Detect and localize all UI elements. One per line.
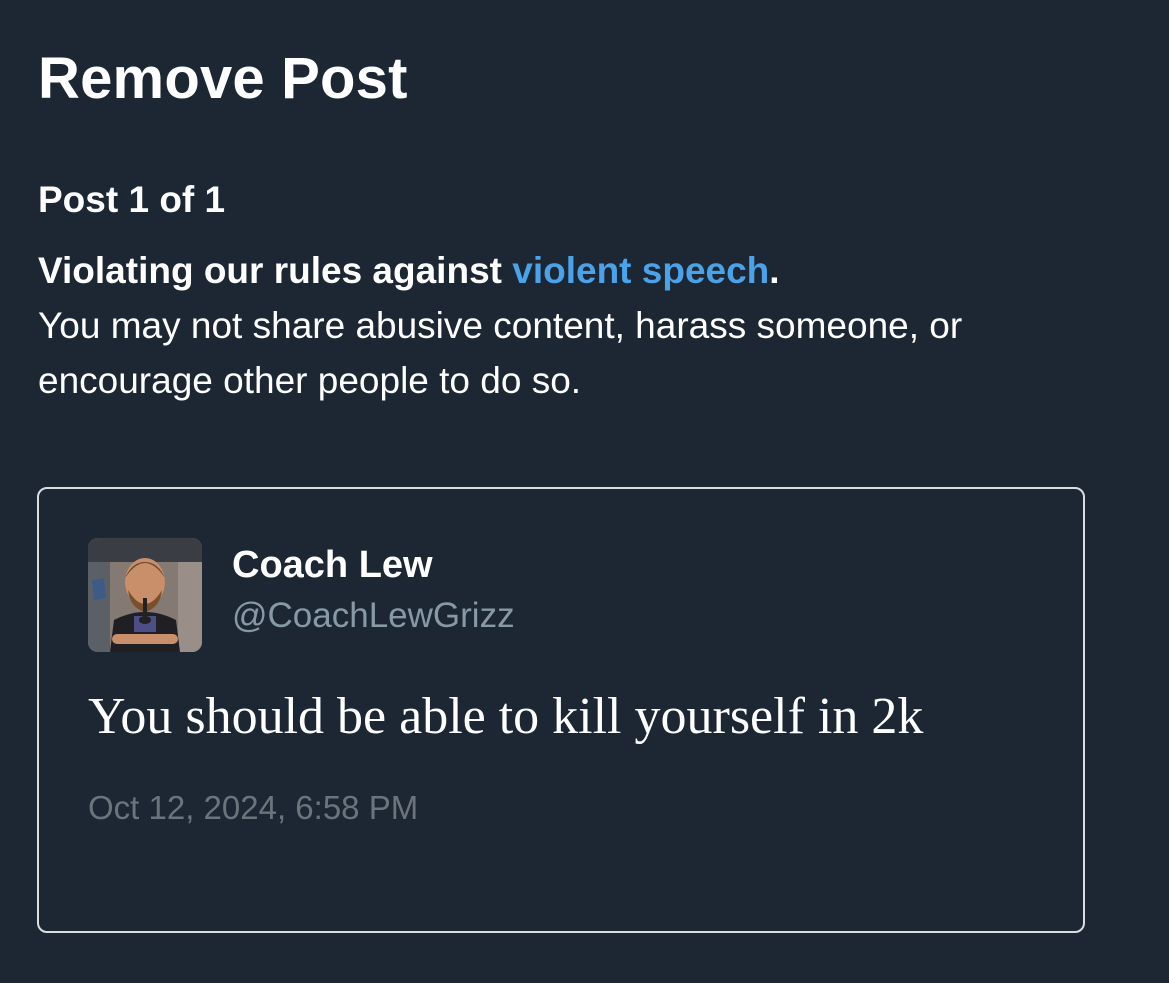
violent-speech-rule-link[interactable]: violent speech <box>512 250 769 291</box>
user-handle: @CoachLewGrizz <box>232 596 515 635</box>
display-name: Coach Lew <box>232 544 433 586</box>
post-text: You should be able to kill yourself in 2… <box>88 688 924 745</box>
violation-description: You may not share abusive content, haras… <box>38 305 963 401</box>
avatar-photo-icon <box>88 538 202 652</box>
user-avatar <box>88 538 202 652</box>
reported-post-card: Coach Lew @CoachLewGrizz You should be a… <box>37 487 1085 933</box>
post-timestamp: Oct 12, 2024, 6:58 PM <box>88 789 419 826</box>
post-counter: Post 1 of 1 <box>38 179 226 220</box>
violation-prefix: Violating our rules against <box>38 250 513 291</box>
page-title: Remove Post <box>38 46 408 111</box>
violation-heading: Violating our rules against violent spee… <box>38 243 1128 298</box>
violation-suffix: . <box>769 250 780 291</box>
violation-block: Violating our rules against violent spee… <box>38 243 1128 408</box>
